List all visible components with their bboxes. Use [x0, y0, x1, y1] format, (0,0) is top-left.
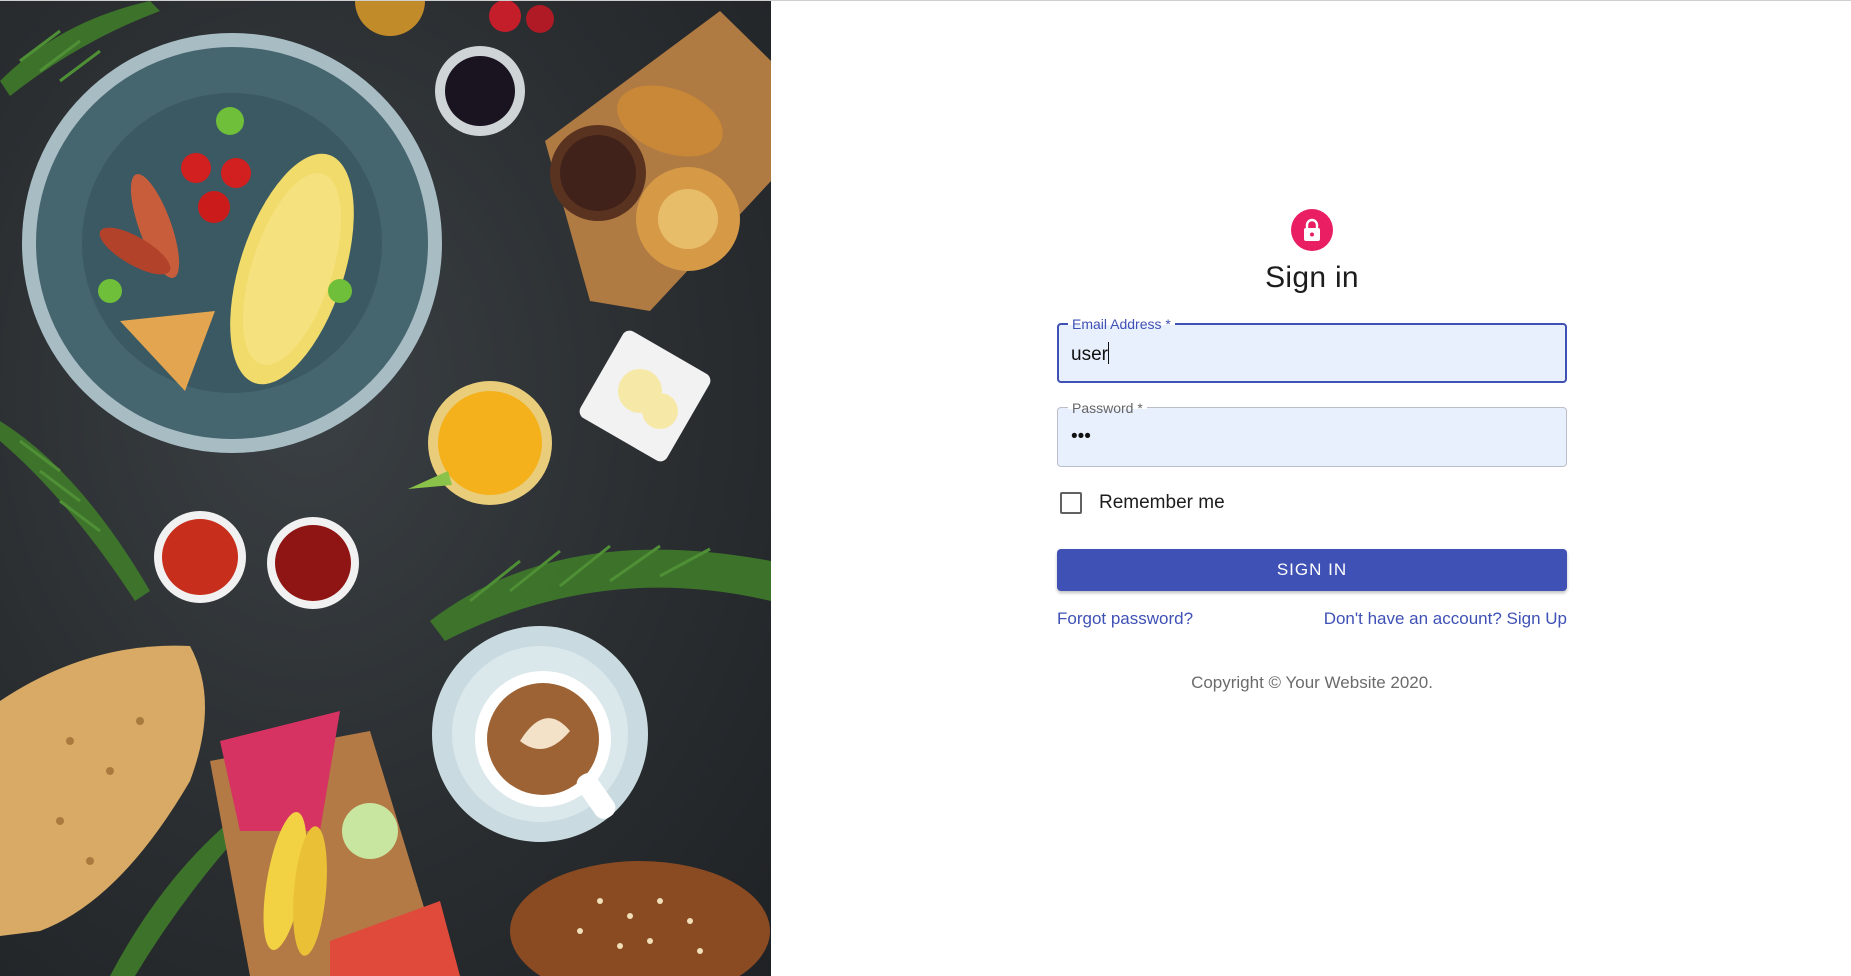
- text-caret: [1107, 342, 1109, 364]
- password-field[interactable]: Password * •••: [1057, 400, 1567, 467]
- sign-in-panel: Sign in Email Address * user Password * …: [771, 1, 1851, 976]
- page-title: Sign in: [1265, 261, 1359, 294]
- sign-up-link[interactable]: Don't have an account? Sign Up: [1324, 609, 1567, 629]
- forgot-password-link[interactable]: Forgot password?: [1057, 609, 1193, 629]
- email-label: Email Address *: [1068, 316, 1175, 332]
- lock-avatar: [1291, 209, 1333, 251]
- password-value[interactable]: •••: [1071, 426, 1091, 448]
- lock-icon: [1304, 218, 1320, 241]
- remember-me-row[interactable]: Remember me: [1057, 487, 1567, 519]
- auth-links: Forgot password? Don't have an account? …: [1057, 609, 1567, 629]
- login-page: Sign in Email Address * user Password * …: [0, 0, 1851, 976]
- sign-in-button[interactable]: SIGN IN: [1057, 549, 1567, 591]
- copyright-text: Copyright © Your Website 2020.: [1191, 673, 1433, 692]
- hero-image: [0, 1, 771, 976]
- password-label: Password *: [1068, 400, 1147, 416]
- email-value-wrap[interactable]: user: [1071, 342, 1109, 366]
- remember-me-label[interactable]: Remember me: [1099, 492, 1225, 514]
- email-value[interactable]: user: [1071, 344, 1108, 365]
- breakfast-photo: [0, 1, 771, 976]
- sign-in-form: Sign in Email Address * user Password * …: [1057, 209, 1567, 693]
- email-field[interactable]: Email Address * user: [1057, 316, 1567, 383]
- remember-me-checkbox[interactable]: [1060, 492, 1082, 514]
